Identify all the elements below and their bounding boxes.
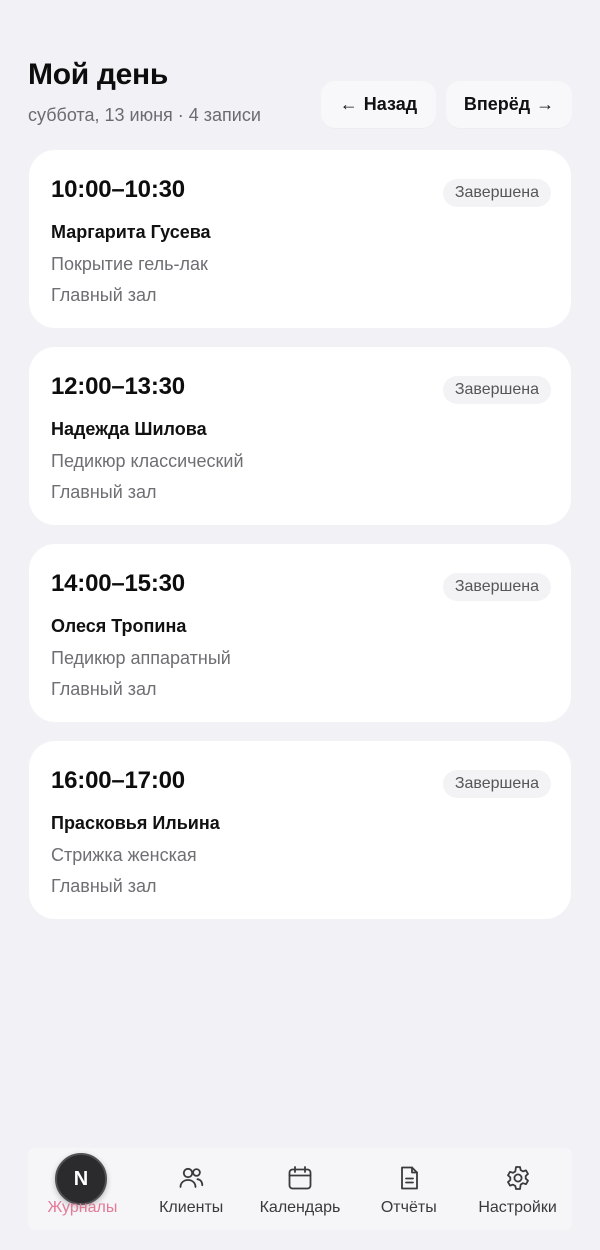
- arrow-left-icon: ←: [339, 94, 358, 114]
- back-button[interactable]: ← Назад: [321, 81, 436, 128]
- appointment-time: 14:00–15:30: [51, 570, 185, 597]
- appointment-card[interactable]: 14:00–15:30 Завершена Олеся Тропина Педи…: [29, 544, 571, 722]
- room-name: Главный зал: [51, 679, 157, 699]
- tab-label: Отчёты: [380, 1199, 437, 1216]
- service-name: Стрижка женская: [51, 845, 197, 865]
- room-name: Главный зал: [51, 482, 157, 502]
- tab-label: Журналы: [47, 1199, 118, 1216]
- status-badge: Завершена: [442, 573, 551, 601]
- page-subtitle: суббота, 13 июня · 4 записи: [28, 105, 261, 125]
- appointment-card[interactable]: 12:00–13:30 Завершена Надежда Шилова Пед…: [29, 347, 571, 525]
- room-name: Главный зал: [51, 876, 157, 896]
- forward-button[interactable]: Вперёд →: [446, 81, 572, 128]
- status-badge: Завершена: [442, 770, 551, 798]
- client-name: Маргарита Гусева: [51, 222, 211, 242]
- page-title: Мой день: [28, 58, 168, 91]
- app-badge-icon: N: [55, 1153, 107, 1205]
- service-name: Покрытие гель-лак: [51, 254, 208, 274]
- forward-button-label: Вперёд: [463, 94, 531, 114]
- appointment-time: 10:00–10:30: [51, 176, 185, 203]
- header: Мой день суббота, 13 июня · 4 записи ← Н…: [28, 58, 572, 128]
- client-name: Прасковья Ильина: [51, 813, 220, 833]
- report-icon: [395, 1164, 423, 1192]
- status-badge: Завершена: [442, 376, 551, 404]
- service-name: Педикюр аппаратный: [51, 648, 231, 668]
- gear-icon: [504, 1164, 532, 1192]
- service-name: Педикюр классический: [51, 451, 244, 471]
- users-icon: [177, 1164, 205, 1192]
- appointment-card[interactable]: 16:00–17:00 Завершена Прасковья Ильина С…: [29, 741, 571, 919]
- tab-label: Клиенты: [159, 1199, 224, 1216]
- bottom-tab-bar: N Журналы Клиенты Календарь Отчёты Настр…: [28, 1148, 572, 1230]
- back-button-label: Назад: [363, 94, 418, 114]
- calendar-icon: [286, 1164, 314, 1192]
- tab-clients[interactable]: Клиенты: [137, 1148, 246, 1230]
- appointment-time: 16:00–17:00: [51, 767, 185, 794]
- appointment-card[interactable]: 10:00–10:30 Завершена Маргарита Гусева П…: [29, 150, 571, 328]
- tab-label: Календарь: [259, 1199, 341, 1216]
- status-badge: Завершена: [442, 179, 551, 207]
- tab-calendar[interactable]: Календарь: [246, 1148, 355, 1230]
- arrow-right-icon: →: [536, 94, 555, 114]
- client-name: Надежда Шилова: [51, 419, 207, 439]
- tab-settings[interactable]: Настройки: [463, 1148, 572, 1230]
- client-name: Олеся Тропина: [51, 616, 187, 636]
- room-name: Главный зал: [51, 285, 157, 305]
- my-day-screen: Мой день суббота, 13 июня · 4 записи ← Н…: [0, 0, 600, 1250]
- appointment-list: 10:00–10:30 Завершена Маргарита Гусева П…: [29, 150, 571, 938]
- tab-reports[interactable]: Отчёты: [354, 1148, 463, 1230]
- tab-journals[interactable]: N Журналы: [28, 1148, 137, 1230]
- tab-label: Настройки: [478, 1199, 557, 1216]
- appointment-time: 12:00–13:30: [51, 373, 185, 400]
